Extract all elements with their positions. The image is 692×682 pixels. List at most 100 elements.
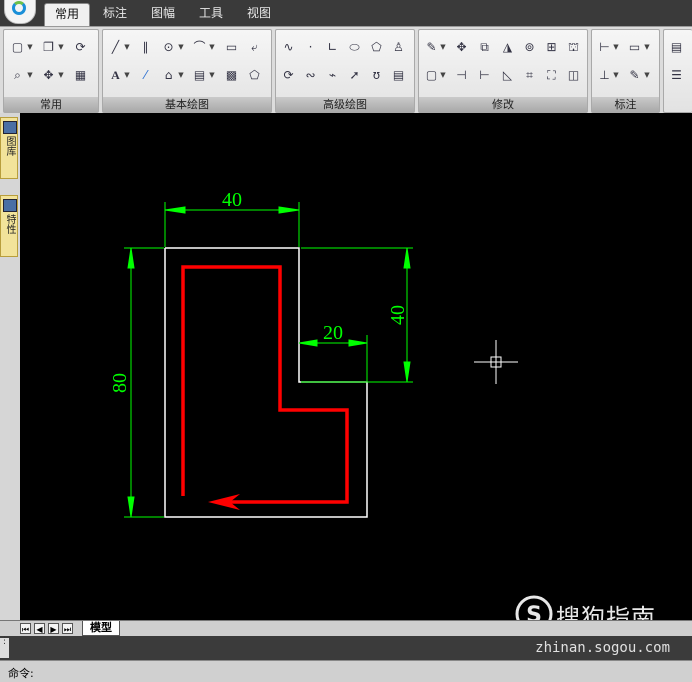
rotate-icon[interactable]: ⊚ [521,39,538,56]
extend-icon[interactable]: ⊢ [476,67,493,84]
chevron-down-icon[interactable]: ▼ [209,67,215,84]
cloud-line-icon[interactable]: ʊ [368,67,385,84]
table-icon[interactable]: ▤ [390,67,407,84]
datum-icon[interactable]: ⊥ [596,67,613,84]
panel-properties-partial: ▤ ☰ [663,29,692,113]
model-tab[interactable]: 模型 [82,621,120,636]
tab-view[interactable]: 视图 [237,3,281,24]
chamfer-icon[interactable]: ⌗ [521,67,538,84]
circle-icon[interactable]: ⊙ [160,39,177,56]
panel-title: 修改 [419,97,587,112]
next-tab-icon[interactable]: ▶ [48,623,59,634]
explode-icon[interactable]: ⛶ [543,67,560,84]
brush-icon[interactable]: ▦ [72,67,89,84]
tab-annotate[interactable]: 标注 [93,3,137,24]
text-edit-icon[interactable]: ✎ [626,67,643,84]
direction-path [181,265,349,504]
last-tab-icon[interactable]: ⏭ [62,623,73,634]
lineweight-icon[interactable]: ☰ [668,67,685,84]
polygon-icon[interactable]: ⬠ [368,39,385,56]
layout-tab-bar: ⏮ ◀ ▶ ⏭ 模型 [0,620,692,636]
chevron-down-icon[interactable]: ▼ [178,67,184,84]
crosshair-cursor [474,340,518,384]
ribbon: ▢ ▼ ❐ ▼ ⟳ ⌕ ▼ ✥ ▼ ▦ 常用 ╱ ▼ ∥ ⊙ ▼ ⌒ ▼ ▭ ⤶… [0,26,692,114]
panel-title: 常用 [4,97,98,112]
panel-advanced-draw: ∿ · ∟ ⬭ ⬠ ♙ ⟳ ∾ ⌁ ➚ ʊ ▤ 高级绘图 [275,29,415,113]
chevron-down-icon[interactable]: ▼ [124,39,130,56]
parallel-line-icon[interactable]: ∥ [137,39,154,56]
text-icon[interactable]: A [107,67,124,84]
rectangle-icon[interactable]: ▭ [223,39,240,56]
panel-title: 标注 [592,97,659,112]
fillet-icon[interactable]: ◺ [499,67,516,84]
chevron-down-icon[interactable]: ▼ [613,67,619,84]
block-icon[interactable]: ⌂ [160,67,177,84]
hatch-icon[interactable]: ▩ [223,67,240,84]
dimension-text-left: 80 [109,373,131,393]
panel-modify: ✎ ▼ ✥ ⧉ ◮ ⊚ ⊞ ⛫ ▢ ▼ ⊣ ⊢ ◺ ⌗ ⛶ ◫ 修改 [418,29,588,113]
ribbon-tab-bar: 常用 标注 图幅 工具 视图 [0,0,692,27]
angle-line-icon[interactable]: ∟ [324,39,341,56]
eraser-icon[interactable]: ✎ [423,39,440,56]
refresh-icon[interactable]: ⟳ [72,39,89,56]
left-sidebar: 图库 特性 [0,113,21,620]
chevron-down-icon[interactable]: ▼ [209,39,215,56]
array-icon[interactable]: ⊞ [543,39,560,56]
panel-basic-draw: ╱ ▼ ∥ ⊙ ▼ ⌒ ▼ ▭ ⤶ A ▼ ⁄ ⌂ ▼ ▤ ▼ ▩ ⬠ 基本绘图 [102,29,272,113]
prev-tab-icon[interactable]: ◀ [34,623,45,634]
command-line[interactable]: 命令: [0,660,692,682]
sidebar-tab-properties[interactable]: 特性 [0,195,18,257]
chevron-down-icon[interactable]: ▼ [58,39,64,56]
tab-frame[interactable]: 图幅 [141,3,185,24]
point-icon[interactable]: · [302,39,319,56]
chevron-down-icon[interactable]: ▼ [58,67,64,84]
centerline-icon[interactable]: ⁄ [137,67,154,84]
first-tab-icon[interactable]: ⏮ [20,623,31,634]
dimension-icon[interactable]: ⊢ [596,39,613,56]
chevron-down-icon[interactable]: ▼ [613,39,619,56]
drawing-canvas[interactable]: 40 40 20 80 S 搜狗指南 [20,113,692,633]
chevron-down-icon[interactable]: ▼ [124,67,130,84]
polyline-icon[interactable]: ⤶ [246,39,263,56]
dimension-text-inner: 20 [323,322,343,344]
arrow-icon[interactable]: ➚ [346,67,363,84]
sidebar-tab-library[interactable]: 图库 [0,117,18,179]
symbol-icon[interactable]: ♙ [390,39,407,56]
stretch-icon[interactable]: ◫ [565,67,582,84]
command-grip-icon[interactable]: ⋮ [0,637,9,658]
chevron-down-icon[interactable]: ▼ [644,67,650,84]
mirror-icon[interactable]: ◮ [499,39,516,56]
library-icon [3,121,17,134]
tab-tools[interactable]: 工具 [189,3,233,24]
chevron-down-icon[interactable]: ▼ [178,39,184,56]
scale-icon[interactable]: ⛫ [565,39,582,56]
pan-icon[interactable]: ✥ [40,67,57,84]
break-line-icon[interactable]: ⌁ [324,67,341,84]
offset-icon[interactable]: ⟳ [280,67,297,84]
app-logo-icon[interactable] [4,0,36,24]
zoom-icon[interactable]: ⌕ [9,67,26,84]
layer-icon[interactable]: ▤ [668,39,685,56]
drawing-svg: 40 40 20 80 [109,189,518,518]
dim-style-icon[interactable]: ▭ [626,39,643,56]
chevron-down-icon[interactable]: ▼ [440,39,446,56]
arc-icon[interactable]: ⌒ [191,39,208,56]
move-icon[interactable]: ✥ [453,39,470,56]
insert-icon[interactable]: ▤ [191,67,208,84]
copy-file-icon[interactable]: ❐ [40,39,57,56]
line-icon[interactable]: ╱ [107,39,124,56]
copy-icon[interactable]: ⧉ [476,39,493,56]
tab-common[interactable]: 常用 [44,3,91,27]
new-file-icon[interactable]: ▢ [9,39,26,56]
spline-icon[interactable]: ∿ [280,39,297,56]
ellipse-icon[interactable]: ⬭ [346,39,363,56]
trim-icon[interactable]: ⊣ [453,67,470,84]
chevron-down-icon[interactable]: ▼ [27,67,33,84]
chevron-down-icon[interactable]: ▼ [27,39,33,56]
chevron-down-icon[interactable]: ▼ [644,39,650,56]
region-icon[interactable]: ⬠ [246,67,263,84]
select-icon[interactable]: ▢ [423,67,440,84]
chevron-down-icon[interactable]: ▼ [440,67,446,84]
wave-line-icon[interactable]: ∾ [302,67,319,84]
panel-title: 高级绘图 [276,97,414,112]
